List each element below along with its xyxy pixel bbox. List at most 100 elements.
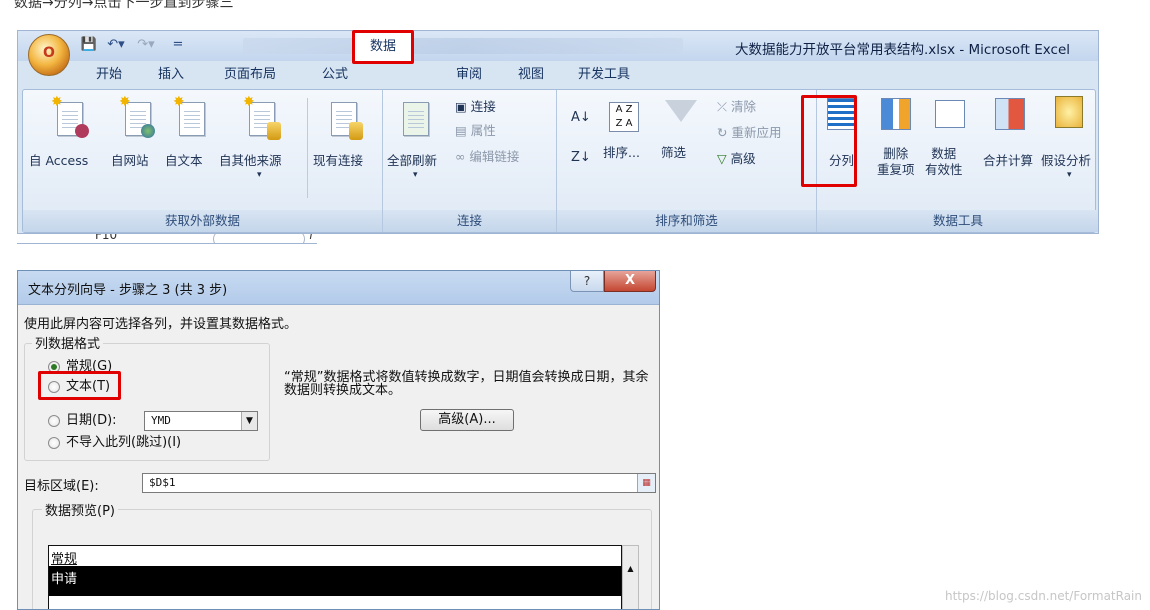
what-if-analysis-label: 假设分析 [1041, 153, 1092, 168]
connections-button[interactable]: ▣ 连接 [455, 96, 496, 115]
clear-button[interactable]: ⤫ 清除 [717, 96, 756, 115]
from-access-button[interactable]: ✸ 自 Access [29, 90, 109, 200]
properties-icon: ▤ [455, 123, 471, 138]
data-validation-button[interactable]: 数据 有效性 [923, 90, 977, 200]
new-star-icon: ✸ [119, 94, 131, 110]
help-button[interactable]: ? [570, 271, 604, 292]
remove-duplicates-icon [881, 98, 911, 130]
connections-icon: ▣ [455, 99, 471, 114]
name-box[interactable]: F10 [95, 234, 117, 242]
clear-filter-icon: ⤫ [717, 99, 731, 114]
data-validation-icon [935, 100, 965, 128]
tab-insert[interactable]: 插入 [158, 63, 184, 87]
database-icon [349, 122, 363, 140]
preview-selected-column: 申请 [49, 566, 621, 596]
undo-icon[interactable]: ↶▾ [104, 37, 128, 55]
advanced-button[interactable]: 高级(A)... [420, 409, 514, 431]
dialog-title: 文本分列向导 - 步骤之 3 (共 3 步) [28, 283, 228, 298]
access-key-icon [75, 124, 89, 138]
refresh-all-button[interactable]: 全部刷新 ▾ [387, 90, 447, 200]
tab-data-label: 数据 [369, 39, 396, 54]
formula-bar: F10 f [17, 234, 317, 244]
existing-connections-button[interactable]: 现有连接 [311, 90, 379, 200]
group-label-sort-filter: 排序和筛选 [557, 210, 816, 232]
consolidate-button[interactable]: 合并计算 [981, 90, 1039, 200]
preview-scrollbar[interactable]: ▲ [622, 545, 639, 609]
from-web-button[interactable]: ✸ 自网站 [111, 90, 167, 200]
office-logo-icon: O [43, 45, 55, 61]
destination-label: 目标区域(E): [24, 479, 99, 494]
tab-formulas[interactable]: 公式 [322, 63, 348, 87]
sort-label: 排序... [603, 145, 640, 160]
chevron-down-icon[interactable]: ▼ [241, 412, 257, 430]
refresh-icon [403, 102, 429, 136]
group-label-data-tools: 数据工具 [817, 210, 1098, 232]
chevron-down-icon: ▾ [257, 170, 262, 180]
advanced-filter-icon: ▽ [717, 151, 731, 166]
group-label-external-data: 获取外部数据 [23, 210, 382, 232]
database-icon [267, 122, 281, 140]
destination-input[interactable]: $D$1 ▦ [142, 473, 656, 493]
link-icon: ∞ [455, 149, 470, 164]
qat-customize-icon[interactable]: = [166, 37, 190, 55]
properties-button[interactable]: ▤ 属性 [455, 120, 496, 139]
format-description: “常规”数据格式将数值转换成数字，日期值会转换成日期，其余数据则转换成文本。 [284, 370, 649, 398]
radio-date-label: 日期(D): [66, 413, 117, 428]
save-icon[interactable]: 💾 [80, 37, 98, 55]
top-caption: 数据→分列→点击下一步直到步骤三 [14, 0, 234, 11]
group-separator [307, 98, 308, 198]
watermark: https://blog.csdn.net/FormatRain [944, 589, 1142, 603]
new-star-icon: ✸ [243, 94, 255, 110]
new-star-icon: ✸ [51, 94, 63, 110]
sort-button[interactable]: A ZZ A 排序... [599, 90, 651, 200]
office-button[interactable]: O [28, 34, 70, 76]
collapse-dialog-icon[interactable]: ▦ [637, 474, 655, 492]
tab-developer[interactable]: 开发工具 [578, 63, 630, 87]
close-button[interactable]: X [604, 271, 656, 292]
column-format-label: 列数据格式 [32, 333, 104, 352]
tab-home[interactable]: 开始 [96, 63, 122, 87]
fx-icon[interactable]: f [309, 234, 313, 242]
from-text-button[interactable]: ✸ 自文本 [165, 90, 221, 200]
what-if-icon [1055, 96, 1083, 128]
what-if-analysis-button[interactable]: 假设分析 ▾ [1039, 90, 1098, 200]
date-format-select[interactable]: YMD ▼ [144, 411, 258, 431]
radio-skip-label: 不导入此列(跳过)(I) [66, 435, 182, 450]
chevron-down-icon: ▾ [413, 170, 418, 180]
globe-icon [141, 124, 155, 138]
tab-review[interactable]: 审阅 [456, 63, 482, 87]
tab-view[interactable]: 视图 [518, 63, 544, 87]
redo-icon[interactable]: ↷▾ [134, 37, 158, 55]
consolidate-icon [995, 98, 1025, 130]
remove-duplicates-label: 删除 重复项 [877, 146, 915, 177]
radio-date-dot [48, 415, 60, 427]
tab-data[interactable]: 数据 [352, 30, 414, 64]
from-other-sources-button[interactable]: ✸ 自其他来源 ▾ [219, 90, 307, 200]
group-data-tools: 分列 删除 重复项 数据 有效性 合并计算 假设分析 ▾ 数据工具 [817, 90, 1098, 232]
sort-asc-icon[interactable]: A↓ [571, 110, 591, 125]
window-title-area [243, 38, 683, 54]
new-star-icon: ✸ [173, 94, 185, 110]
excel-window: 💾 ↶▾ ↷▾ = 大数据能力开放平台常用表结构.xlsx - Microsof… [17, 30, 1099, 234]
clear-label: 清除 [730, 99, 756, 114]
text-to-columns-highlight [801, 95, 857, 187]
formula-bar-control [213, 234, 305, 243]
sort-desc-icon[interactable]: Z↓ [571, 150, 591, 165]
tab-page-layout[interactable]: 页面布局 [224, 63, 276, 87]
group-label-connections: 连接 [383, 210, 556, 232]
filter-label: 筛选 [661, 145, 687, 160]
group-connections: 全部刷新 ▾ ▣ 连接 ▤ 属性 ∞ 编辑链接 连接 [383, 90, 557, 232]
advanced-filter-button[interactable]: ▽ 高级 [717, 148, 756, 167]
remove-duplicates-button[interactable]: 删除 重复项 [873, 90, 919, 200]
reapply-label: 重新应用 [731, 125, 782, 140]
data-preview-table[interactable]: 常规 申请 [48, 545, 622, 609]
edit-links-button[interactable]: ∞ 编辑链接 [455, 146, 519, 165]
group-sort-filter: A↓ Z↓ A ZZ A 排序... 筛选 ⤫ 清除 ↻ 重新应用 ▽ 高级 排… [557, 90, 817, 232]
properties-label: 属性 [470, 123, 496, 138]
window-title: 大数据能力开放平台常用表结构.xlsx - Microsoft Excel [735, 42, 1070, 58]
data-preview-label: 数据预览(P) [42, 500, 118, 519]
filter-funnel-icon [665, 100, 697, 122]
existing-connections-label: 现有连接 [313, 153, 364, 168]
reapply-button[interactable]: ↻ 重新应用 [717, 122, 781, 141]
filter-button[interactable]: 筛选 [655, 90, 705, 200]
